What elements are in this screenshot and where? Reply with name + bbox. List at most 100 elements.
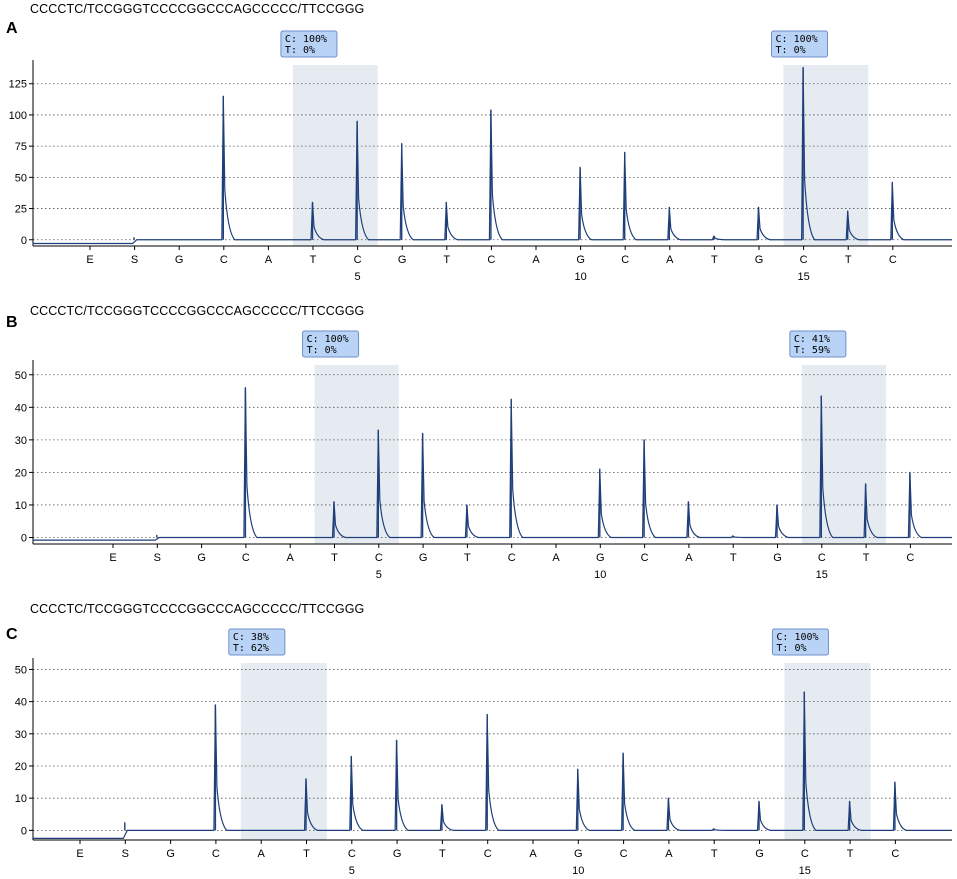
y-tick-label: 10: [15, 500, 27, 512]
dispensation-label: C: [889, 254, 897, 266]
y-tick-label: 25: [15, 204, 27, 216]
pyrogram-panel-a: A CCCCTC/TCCGGGTCCCCGGCCCAGCCCCC/TTCCGGG…: [0, 0, 957, 290]
badge-line-t: T: 0%: [307, 345, 337, 356]
dispensation-label: G: [574, 848, 583, 860]
position-label: 5: [376, 569, 382, 581]
dispensation-label: C: [375, 552, 383, 564]
y-tick-label: 0: [21, 825, 27, 837]
dispensation-label: T: [847, 848, 854, 860]
dispensation-label: T: [711, 848, 718, 860]
badge-line-c: C: 38%: [233, 632, 269, 643]
dispensation-label: T: [711, 254, 718, 266]
dispensation-label: A: [287, 552, 295, 564]
dispensation-label: G: [419, 552, 428, 564]
dispensation-label: G: [197, 552, 206, 564]
dispensation-label: C: [508, 552, 516, 564]
dispensation-label: G: [755, 254, 764, 266]
dispensation-label: S: [122, 848, 129, 860]
badge-line-c: C: 100%: [285, 34, 327, 45]
dispensation-label: C: [354, 254, 362, 266]
badge-line-c: C: 100%: [776, 632, 818, 643]
badge-line-c: C: 100%: [307, 334, 349, 345]
dispensation-label: A: [666, 254, 674, 266]
dispensation-label: C: [621, 254, 629, 266]
dispensation-label: A: [552, 552, 560, 564]
dispensation-label: C: [487, 254, 495, 266]
y-tick-label: 10: [15, 793, 27, 805]
dispensation-label: C: [800, 254, 808, 266]
pyrogram-chart: 0 25 50 75 100 125 E S G C A T C G T C A G C A T G C T C 5 10 15 C: …: [9, 30, 952, 283]
dispensation-label: C: [242, 552, 250, 564]
dispensation-label: G: [755, 848, 764, 860]
dispensation-label: A: [665, 848, 673, 860]
dispensation-label: G: [398, 254, 407, 266]
dispensation-label: T: [443, 254, 450, 266]
dispensation-label: G: [393, 848, 402, 860]
badge-line-c: C: 100%: [776, 34, 818, 45]
dispensation-label: S: [131, 254, 138, 266]
dispensation-label: T: [845, 254, 852, 266]
position-label: 5: [349, 865, 355, 877]
badge-line-t: T: 0%: [776, 643, 806, 654]
pyrogram-panel-c: C CCCCTC/TCCGGGTCCCCGGCCCAGCCCCC/TTCCGGG…: [0, 598, 957, 879]
pyrogram-chart: 0 10 20 30 40 50 E S G C A T C G T C A G C A T G C T C 5 10 15 C: 38…: [15, 628, 952, 877]
dispensation-label: C: [891, 848, 899, 860]
y-tick-label: 20: [15, 761, 27, 773]
dispensation-label: T: [863, 552, 870, 564]
y-tick-label: 50: [15, 664, 27, 676]
dispensation-label: A: [685, 552, 693, 564]
badge-line-t: T: 62%: [233, 643, 269, 654]
dispensation-label: A: [258, 848, 266, 860]
highlight-region: [784, 663, 871, 840]
dispensation-label: C: [220, 254, 228, 266]
y-tick-label: 50: [15, 370, 27, 382]
dispensation-label: C: [212, 848, 220, 860]
dispensation-label: C: [641, 552, 649, 564]
y-tick-label: 75: [15, 141, 27, 153]
dispensation-label: G: [773, 552, 782, 564]
highlight-region: [801, 365, 887, 544]
y-tick-label: 20: [15, 467, 27, 479]
highlight-region: [314, 365, 399, 544]
position-label: 10: [572, 865, 584, 877]
dispensation-label: C: [620, 848, 628, 860]
dispensation-label: G: [166, 848, 175, 860]
dispensation-label: T: [331, 552, 338, 564]
y-tick-label: 125: [9, 79, 27, 91]
dispensation-label: A: [265, 254, 273, 266]
dispensation-label: T: [730, 552, 737, 564]
y-tick-label: 40: [15, 402, 27, 414]
pyrogram-panel-b: B CCCCTC/TCCGGGTCCCCGGCCCAGCCCCC/TTCCGGG…: [0, 300, 957, 590]
dispensation-label: C: [801, 848, 809, 860]
highlight-region: [292, 65, 378, 246]
position-label: 15: [799, 865, 811, 877]
y-tick-label: 30: [15, 435, 27, 447]
position-label: 15: [816, 569, 828, 581]
y-tick-label: 0: [21, 235, 27, 247]
y-tick-label: 100: [9, 110, 27, 122]
badge-line-t: T: 59%: [794, 345, 830, 356]
badge-line-t: T: 0%: [776, 45, 806, 56]
dispensation-label: G: [576, 254, 585, 266]
position-label: 15: [797, 271, 809, 283]
dispensation-label: T: [439, 848, 446, 860]
dispensation-label: E: [86, 254, 93, 266]
position-label: 10: [594, 569, 606, 581]
dispensation-label: E: [76, 848, 83, 860]
dispensation-label: E: [109, 552, 116, 564]
dispensation-label: T: [303, 848, 310, 860]
pyrogram-chart: 0 10 20 30 40 50 E S G C A T C G T C A G C A T G C T C 5 10 15 C: 10…: [15, 330, 952, 581]
y-tick-label: 50: [15, 172, 27, 184]
dispensation-label: G: [596, 552, 605, 564]
y-tick-label: 40: [15, 697, 27, 709]
dispensation-label: A: [529, 848, 537, 860]
dispensation-label: S: [154, 552, 161, 564]
highlight-region: [240, 663, 327, 840]
dispensation-label: T: [310, 254, 317, 266]
dispensation-label: C: [818, 552, 826, 564]
y-tick-label: 30: [15, 729, 27, 741]
position-label: 5: [355, 271, 361, 283]
dispensation-label: C: [348, 848, 356, 860]
dispensation-label: C: [484, 848, 492, 860]
position-label: 10: [574, 271, 586, 283]
